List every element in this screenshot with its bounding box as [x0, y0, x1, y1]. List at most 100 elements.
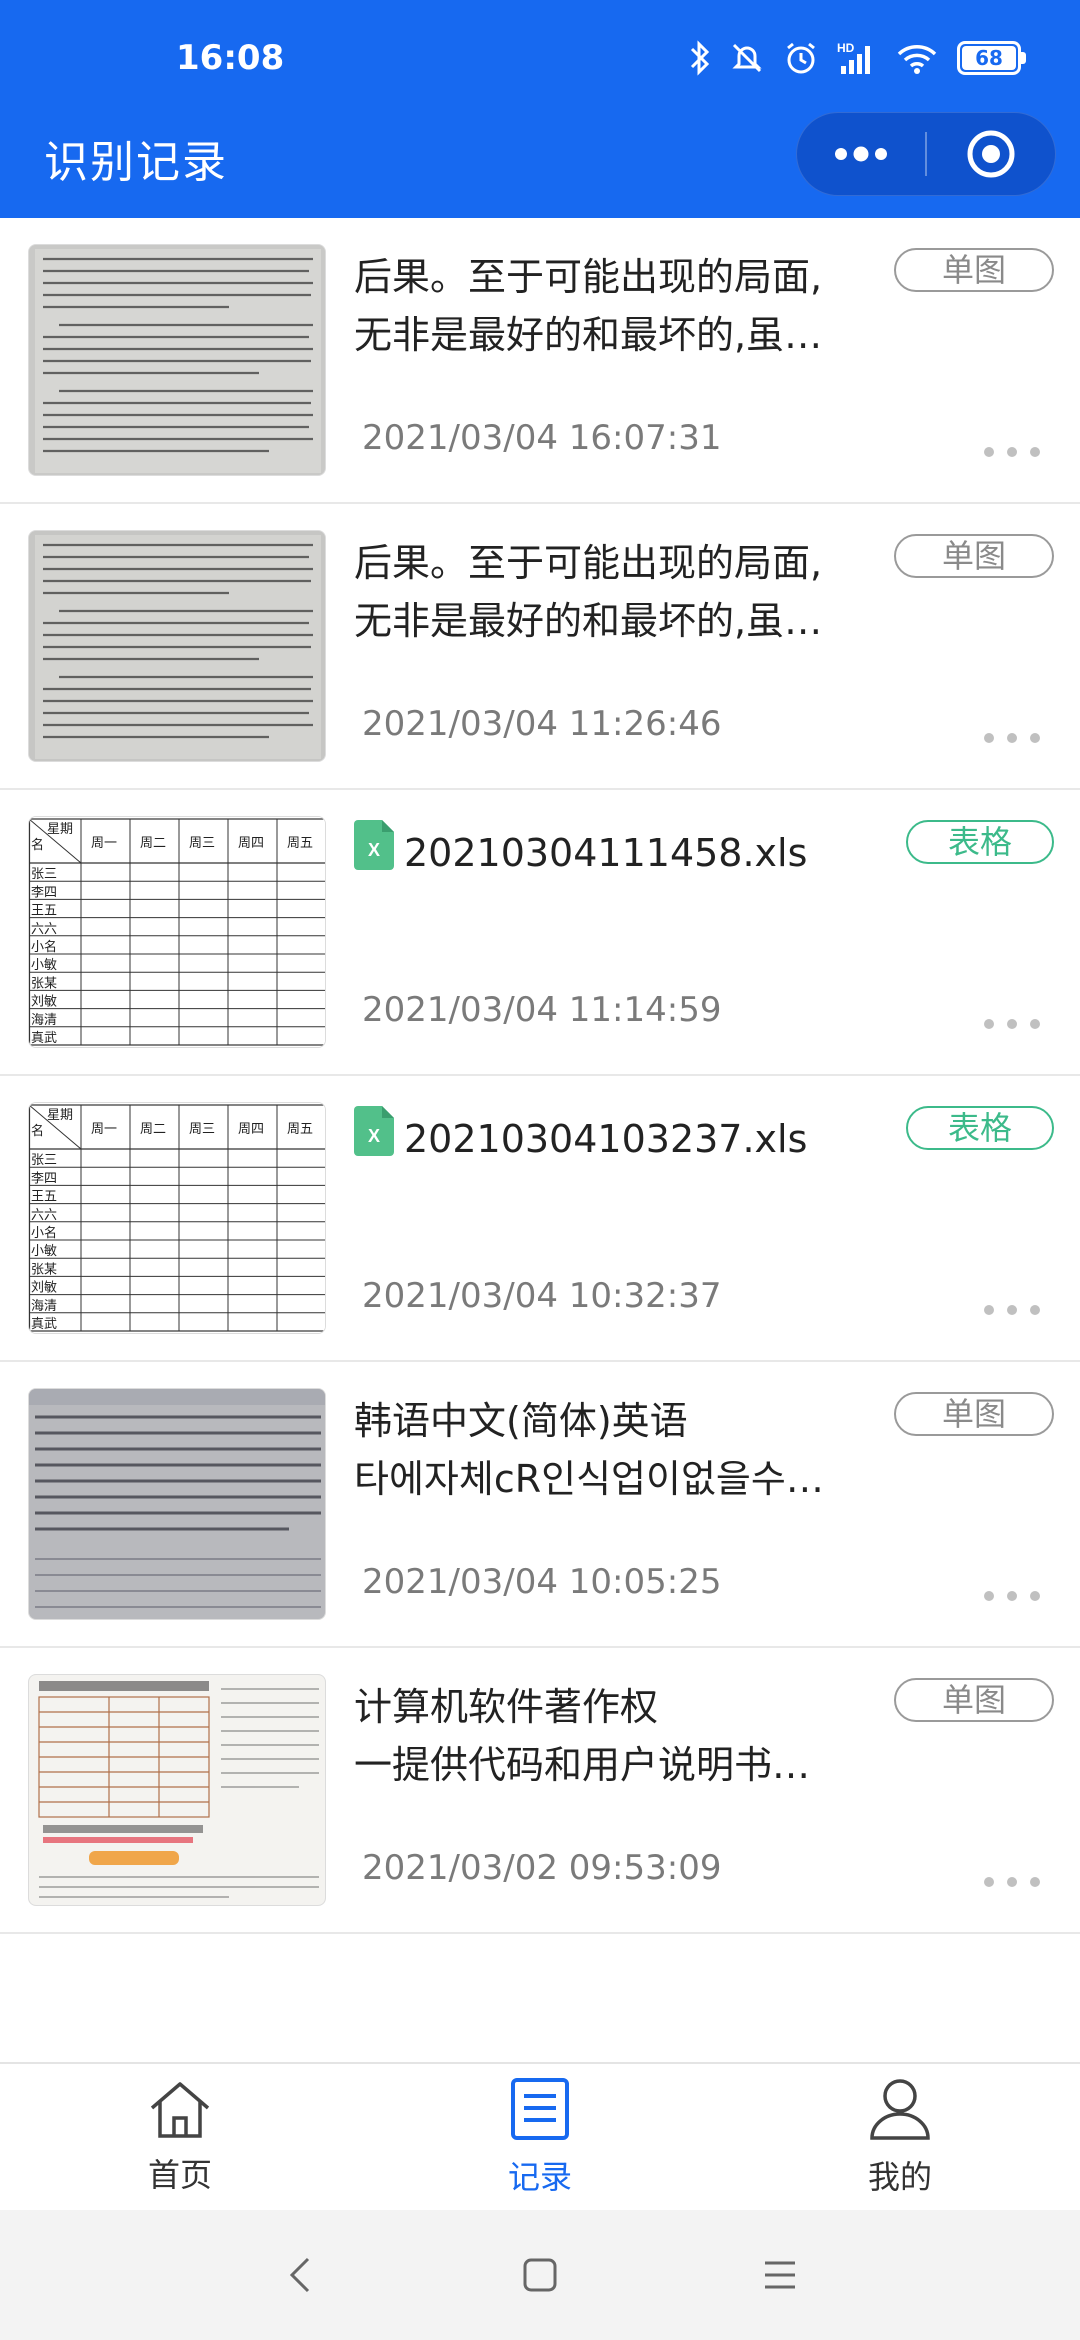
table-thumbnail: 星期名 周一 周二 周三 周四 周五张三李四王五六六小名小敏张某刘敏海清真武: [28, 816, 326, 1048]
network-label: HD: [837, 41, 855, 55]
table-day-header: 周二: [140, 1122, 166, 1137]
record-title: 计算机软件著作权 一提供代码和用户说明书…: [354, 1678, 874, 1794]
target-icon[interactable]: [927, 112, 1055, 196]
tab-records[interactable]: 记录: [360, 2064, 720, 2210]
svg-text:X: X: [368, 840, 380, 860]
user-icon: [867, 2076, 933, 2146]
home-square-icon[interactable]: [420, 2257, 660, 2293]
signal-icon: HD: [837, 40, 877, 76]
record-title: X 20210304103237.xls: [354, 1106, 874, 1172]
battery-level: 68: [962, 46, 1016, 70]
single-image-tag: 单图: [894, 1392, 1054, 1436]
record-title: 后果。至于可能出现的局面, 无非是最好的和最坏的,虽…: [354, 248, 874, 364]
record-title-line2: 无非是最好的和最坏的,虽…: [354, 313, 823, 357]
table-corner-bottom: 名: [31, 1123, 44, 1139]
table-name-cell: 海清: [31, 1299, 57, 1314]
more-horizontal-icon[interactable]: [797, 112, 925, 196]
menu-icon[interactable]: [660, 2259, 900, 2291]
table-day-header: 周一: [91, 836, 117, 851]
status-time: 16:08: [176, 38, 285, 78]
record-item[interactable]: 韩语中文(简体)英语 타에자체cR인식업이없을수… 单图 2021/03/04 …: [0, 1362, 1080, 1648]
more-options-icon[interactable]: [984, 1584, 1040, 1608]
table-day-header: 周四: [238, 1122, 264, 1137]
tab-records-label: 记录: [507, 2158, 572, 2196]
table-name-cell: 刘敏: [31, 1281, 57, 1296]
single-image-tag: 单图: [894, 248, 1054, 292]
home-icon: [146, 2078, 214, 2144]
table-name-cell: 王五: [31, 1190, 57, 1205]
status-icons: HD 68: [689, 36, 1026, 80]
table-corner-top: 星期: [47, 1108, 73, 1123]
more-options-icon[interactable]: [984, 1012, 1040, 1036]
document-thumbnail: [28, 244, 326, 476]
record-file-name: 20210304111458.xls: [404, 831, 808, 875]
table-name-cell: 王五: [31, 904, 57, 919]
table-name-cell: 李四: [31, 1171, 57, 1186]
more-options-icon[interactable]: [984, 1870, 1040, 1894]
single-image-tag: 单图: [894, 1678, 1054, 1722]
record-item[interactable]: 星期名 周一 周二 周三 周四 周五 张三 李四 王五 六六 小名 小敏 张某 刘敏 海清 真武 X 2021…: [0, 1076, 1080, 1362]
record-title-line2: 一提供代码和用户说明书…: [354, 1743, 811, 1787]
tab-profile[interactable]: 我的: [720, 2064, 1080, 2210]
table-day-header: 周五: [287, 1122, 313, 1137]
document-list-icon: [509, 2076, 571, 2146]
table-name-cell: 张三: [31, 1153, 57, 1168]
record-timestamp: 2021/03/02 09:53:09: [362, 1848, 722, 1888]
table-day-header: 周一: [91, 1122, 117, 1137]
more-options-icon[interactable]: [984, 726, 1040, 750]
mute-icon: [729, 40, 765, 76]
more-options-icon[interactable]: [984, 440, 1040, 464]
table-corner-bottom: 名: [31, 837, 44, 853]
record-item[interactable]: 后果。至于可能出现的局面, 无非是最好的和最坏的,虽… 单图 2021/03/0…: [0, 218, 1080, 504]
table-name-cell: 张三: [31, 867, 57, 882]
record-timestamp: 2021/03/04 10:05:25: [362, 1562, 722, 1602]
table-name-cell: 小敏: [31, 958, 57, 973]
table-day-header: 周四: [238, 836, 264, 851]
table-day-header: 周二: [140, 836, 166, 851]
table-name-cell: 六六: [31, 922, 57, 937]
table-day-header: 周五: [287, 836, 313, 851]
status-bar: 16:08 HD 68: [0, 0, 1080, 120]
app-header: 16:08 HD 68 识别记录: [0, 0, 1080, 218]
bluetooth-icon: [689, 40, 711, 76]
back-icon[interactable]: [180, 2255, 420, 2295]
table-corner-top: 星期: [47, 822, 73, 837]
record-title-line1: 后果。至于可能出现的局面,: [354, 541, 823, 585]
table-name-cell: 小敏: [31, 1244, 57, 1259]
table-day-header: 周三: [189, 1122, 215, 1137]
battery-icon: 68: [957, 41, 1026, 75]
table-thumbnail: 星期名 周一 周二 周三 周四 周五 张三 李四 王五 六六 小名 小敏 张某 刘敏 海清 真武: [28, 1102, 326, 1334]
mini-program-capsule: [796, 112, 1056, 196]
table-name-cell: 张某: [31, 976, 57, 991]
more-options-icon[interactable]: [984, 1298, 1040, 1322]
record-title-line1: 后果。至于可能出现的局面,: [354, 255, 823, 299]
table-tag: 表格: [906, 1106, 1054, 1150]
table-day-header: 周三: [189, 836, 215, 851]
record-title-line2: 无非是最好的和最坏的,虽…: [354, 599, 823, 643]
table-name-cell: 小名: [31, 939, 57, 955]
tab-profile-label: 我的: [867, 2158, 932, 2196]
table-tag: 表格: [906, 820, 1054, 864]
table-name-cell: 刘敏: [31, 995, 57, 1010]
table-name-cell: 海清: [31, 1013, 57, 1028]
tab-home[interactable]: 首页: [0, 2064, 360, 2210]
wifi-icon: [895, 40, 939, 76]
document-thumbnail: [28, 1388, 326, 1620]
record-item[interactable]: 星期名 周一 周二 周三 周四 周五张三李四王五六六小名小敏张某刘敏海清真武 X 2021…: [0, 790, 1080, 1076]
record-item[interactable]: 后果。至于可能出现的局面, 无非是最好的和最坏的,虽… 单图 2021/03/0…: [0, 504, 1080, 790]
svg-text:X: X: [368, 1126, 380, 1146]
document-thumbnail: [28, 1674, 326, 1906]
table-name-cell: 张某: [31, 1262, 57, 1277]
table-name-cell: 真武: [31, 1317, 57, 1332]
record-title-line1: 计算机软件著作权: [354, 1685, 659, 1729]
tab-home-label: 首页: [147, 2156, 212, 2194]
document-thumbnail: [28, 530, 326, 762]
table-name-cell: 六六: [31, 1208, 57, 1223]
page-title: 识别记录: [44, 137, 228, 188]
record-title: X 20210304111458.xls: [354, 820, 874, 886]
table-name-cell: 真武: [31, 1031, 57, 1046]
record-timestamp: 2021/03/04 11:26:46: [362, 704, 722, 744]
record-item[interactable]: 计算机软件著作权 一提供代码和用户说明书… 单图 2021/03/02 09:5…: [0, 1648, 1080, 1934]
table-name-cell: 李四: [31, 885, 57, 900]
record-timestamp: 2021/03/04 11:14:59: [362, 990, 722, 1030]
